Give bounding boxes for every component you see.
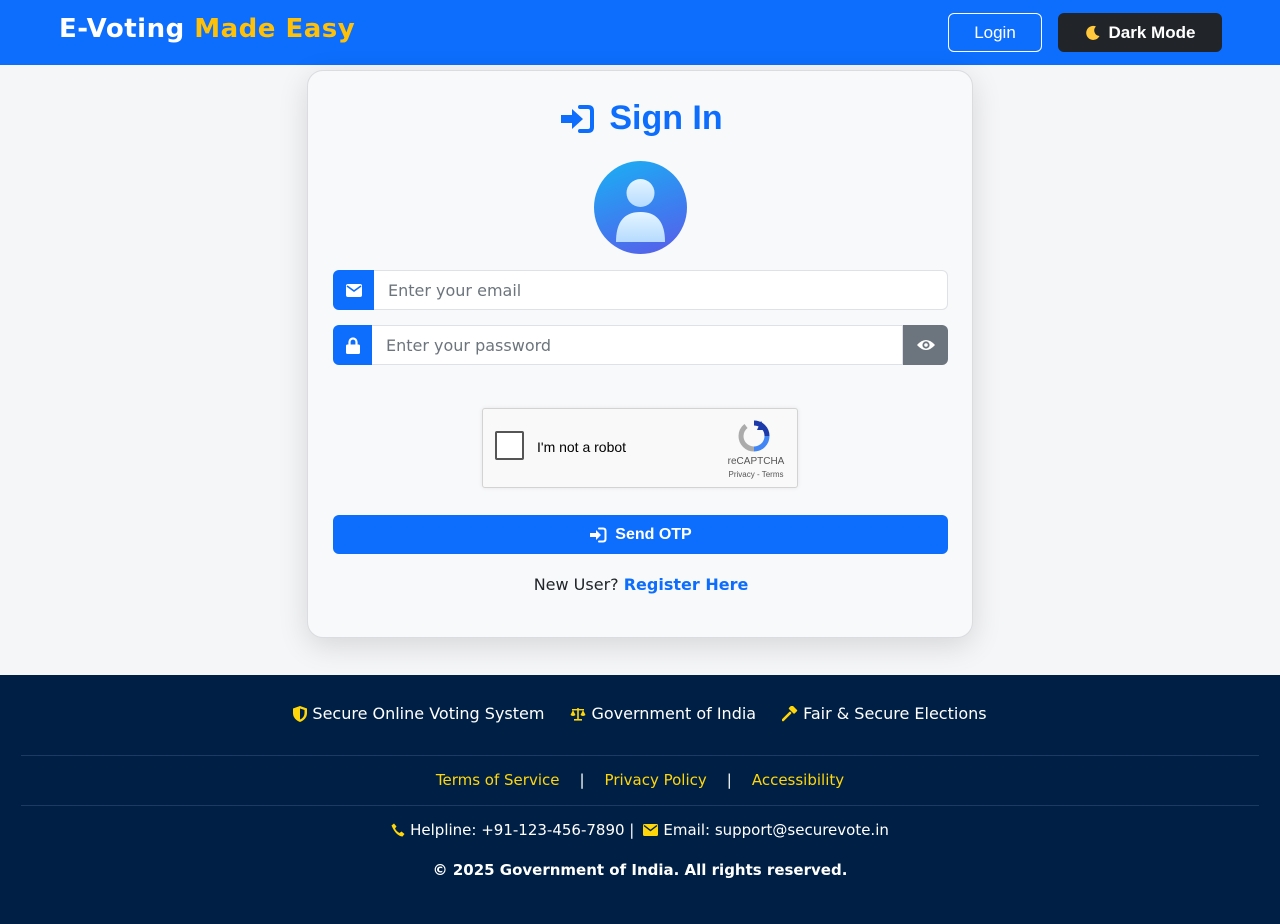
envelope-icon: [643, 824, 659, 836]
password-field-group: [333, 325, 948, 365]
send-otp-button[interactable]: Send OTP: [333, 515, 948, 554]
footer-separator: |: [579, 771, 585, 789]
signin-title-text: Sign In: [609, 99, 723, 137]
footer-badge-label: Secure Online Voting System: [312, 704, 545, 723]
recaptcha-checkbox[interactable]: [495, 431, 524, 460]
brand-accent-text: Made Easy: [194, 14, 356, 44]
footer-contact: Helpline: +91-123-456-7890 | Email: supp…: [0, 821, 1280, 839]
brand-logo[interactable]: E-Voting Made Easy: [59, 14, 355, 44]
recaptcha-brand: reCAPTCHA: [727, 456, 785, 467]
moon-icon: [1085, 25, 1100, 40]
send-otp-label: Send OTP: [615, 525, 692, 543]
scale-icon: [570, 707, 586, 721]
terms-of-service-link[interactable]: Terms of Service: [436, 771, 560, 789]
signin-title: Sign In: [308, 99, 974, 138]
sign-in-icon: [590, 527, 607, 542]
support-email-text[interactable]: Email: support@securevote.in: [663, 821, 889, 839]
register-prompt: New User? Register Here: [308, 575, 974, 594]
login-button[interactable]: Login: [948, 13, 1042, 52]
gavel-icon: [782, 705, 798, 721]
helpline-text: Helpline: +91-123-456-7890 |: [410, 821, 635, 839]
eye-icon: [916, 340, 935, 350]
envelope-icon: [333, 270, 374, 310]
footer-separator: |: [726, 771, 732, 789]
footer-badge-secure: Secure Online Voting System: [293, 704, 544, 723]
email-input[interactable]: [374, 270, 948, 310]
privacy-policy-link[interactable]: Privacy Policy: [605, 771, 707, 789]
footer-divider: [21, 755, 1259, 756]
dark-mode-button[interactable]: Dark Mode: [1058, 13, 1222, 52]
new-user-text: New User?: [533, 575, 619, 594]
dark-mode-label: Dark Mode: [1108, 22, 1196, 42]
password-input[interactable]: [372, 325, 903, 365]
brand-main-text: E-Voting: [59, 14, 185, 44]
copyright-text: © 2025 Government of India. All rights r…: [432, 861, 848, 879]
footer-badge-elections: Fair & Secure Elections: [782, 704, 987, 723]
toggle-password-button[interactable]: [903, 325, 948, 365]
user-icon: [616, 179, 665, 242]
signin-card: Sign In Enter your email I'm not a robot…: [307, 70, 973, 638]
sign-in-icon: [561, 104, 595, 133]
recaptcha-label: I'm not a robot: [537, 439, 627, 455]
footer-badge-government: Government of India: [570, 704, 756, 723]
shield-icon: [293, 705, 308, 722]
footer-badge-label: Fair & Secure Elections: [803, 704, 987, 723]
recaptcha-logo-icon: [738, 420, 770, 452]
recaptcha-widget: I'm not a robot reCAPTCHA Privacy - Term…: [482, 408, 798, 488]
avatar: [594, 161, 687, 254]
footer-links: Terms of Service | Privacy Policy | Acce…: [0, 771, 1280, 789]
lock-icon: [333, 325, 372, 365]
top-navbar: E-Voting Made Easy Login Dark Mode: [0, 0, 1280, 65]
email-field-group: [333, 270, 948, 310]
phone-icon: [391, 823, 405, 837]
footer-divider: [21, 805, 1259, 806]
accessibility-link[interactable]: Accessibility: [752, 771, 844, 789]
site-footer: Secure Online Voting System Government o…: [0, 675, 1280, 924]
footer-badge-label: Government of India: [591, 704, 757, 723]
register-link[interactable]: Register Here: [624, 575, 749, 594]
recaptcha-privacy-terms[interactable]: Privacy - Terms: [721, 470, 791, 479]
footer-badges: Secure Online Voting System Government o…: [0, 704, 1280, 723]
